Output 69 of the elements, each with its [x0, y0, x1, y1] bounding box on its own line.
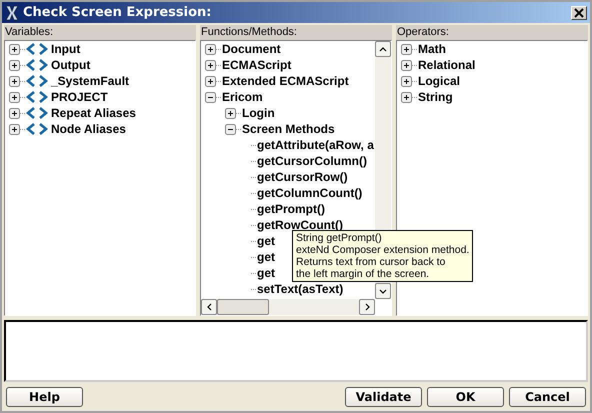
pane-label: Variables: — [4, 25, 196, 40]
tree-item[interactable]: getPrompt() — [257, 202, 325, 216]
angle-brackets-icon — [26, 91, 48, 103]
expand-icon[interactable] — [9, 92, 20, 102]
tree-item[interactable]: Math — [418, 42, 446, 56]
expand-icon[interactable] — [225, 108, 236, 118]
help-button[interactable]: Help — [6, 387, 83, 407]
tree-item[interactable]: _SystemFault — [51, 74, 130, 88]
tree-item[interactable]: Repeat Aliases — [51, 106, 136, 120]
tree-item[interactable]: get — [257, 250, 275, 264]
tree-item[interactable]: get — [257, 266, 275, 280]
angle-brackets-icon — [26, 123, 48, 135]
expand-icon[interactable] — [205, 60, 216, 70]
expand-icon[interactable] — [9, 124, 20, 134]
tree-item[interactable]: Input — [51, 42, 80, 56]
tree-item[interactable]: String — [418, 90, 453, 104]
horizontal-scrollbar[interactable] — [201, 299, 375, 315]
expand-icon[interactable] — [401, 92, 412, 102]
collapse-icon[interactable] — [225, 124, 236, 134]
expand-icon[interactable] — [9, 76, 20, 86]
tree-item[interactable]: PROJECT — [51, 90, 108, 104]
expand-icon[interactable] — [401, 44, 412, 54]
tooltip-text: Returns text from cursor back to — [296, 256, 446, 268]
expand-icon[interactable] — [205, 76, 216, 86]
tree-item[interactable]: Document — [222, 42, 281, 56]
tree-item[interactable]: setText(asText) — [257, 282, 344, 296]
window-title: Check Screen Expression: — [23, 5, 212, 20]
tree-item[interactable]: getCursorRow() — [257, 170, 348, 184]
pane-label: Operators: — [396, 25, 588, 40]
expand-icon[interactable] — [205, 44, 216, 54]
angle-brackets-icon — [26, 75, 48, 87]
tree-item[interactable]: get — [257, 234, 275, 248]
tree-item[interactable]: getAttribute(aRow, a — [257, 138, 374, 152]
angle-brackets-icon — [26, 107, 48, 119]
tree-item[interactable]: getCursorColumn() — [257, 154, 367, 168]
collapse-icon[interactable] — [205, 92, 216, 102]
tree-item[interactable]: Logical — [418, 74, 460, 88]
angle-brackets-icon — [26, 43, 48, 55]
expand-icon[interactable] — [401, 76, 412, 86]
tree-item[interactable]: Node Aliases — [51, 122, 126, 136]
angle-brackets-icon — [26, 59, 48, 71]
tree-item[interactable]: Relational — [418, 58, 476, 72]
chevron-right-icon[interactable] — [364, 303, 370, 311]
tooltip-text: the left margin of the screen. — [296, 268, 430, 280]
dialog-button[interactable]: Validate — [345, 387, 422, 407]
expression-field[interactable] — [4, 320, 588, 382]
chevron-down-icon[interactable] — [379, 288, 387, 294]
tree-item[interactable]: Login — [242, 106, 275, 120]
tree-item[interactable]: getRowCount() — [257, 218, 343, 232]
dialog-button[interactable]: Cancel — [509, 387, 586, 407]
chevron-up-icon[interactable] — [379, 46, 387, 52]
chevron-left-icon[interactable] — [206, 303, 212, 311]
tree-item[interactable]: Ericom — [222, 90, 263, 104]
expand-icon[interactable] — [9, 108, 20, 118]
tree-item[interactable]: getColumnCount() — [257, 186, 362, 200]
close-button[interactable] — [571, 6, 587, 20]
pane-label: Functions/Methods: — [200, 25, 392, 40]
tree-item[interactable]: Extended ECMAScript — [222, 74, 349, 88]
tooltip-text: String getPrompt() — [296, 232, 383, 244]
tooltip-text: exteNd Composer extension method. — [296, 244, 470, 256]
tree-item[interactable]: Screen Methods — [242, 122, 335, 136]
app-icon — [5, 4, 19, 20]
expand-icon[interactable] — [401, 60, 412, 70]
dialog-button[interactable]: OK — [427, 387, 504, 407]
tree-item[interactable]: Output — [51, 58, 90, 72]
tree-item[interactable]: ECMAScript — [222, 58, 292, 72]
close-icon — [574, 8, 584, 18]
expand-icon[interactable] — [9, 60, 20, 70]
expand-icon[interactable] — [9, 44, 20, 54]
